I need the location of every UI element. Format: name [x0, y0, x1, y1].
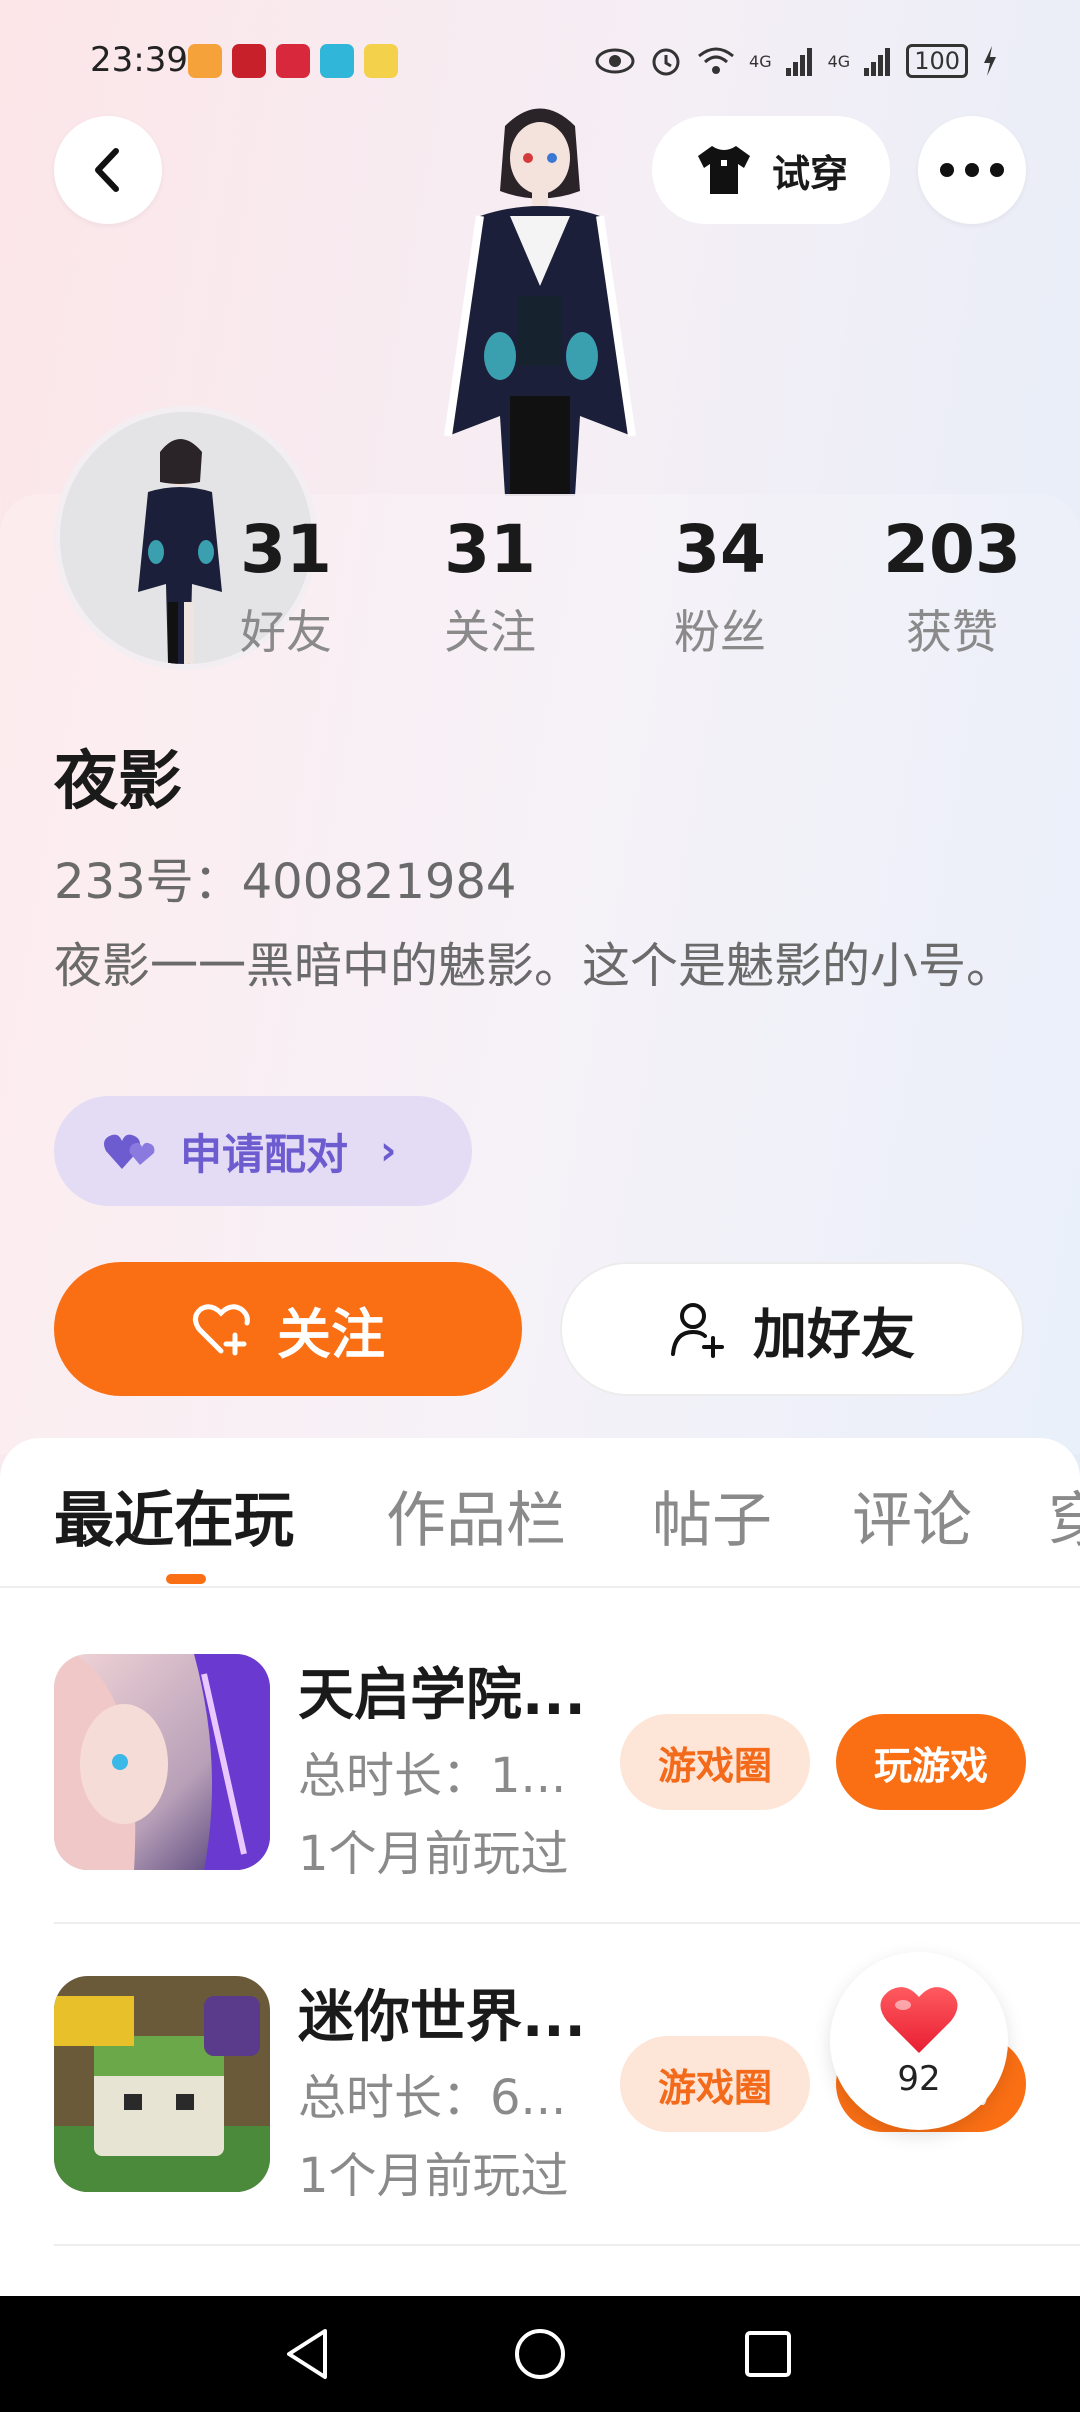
tshirt-icon [697, 146, 750, 194]
stat-likes[interactable]: 203 获赞 [852, 512, 1052, 662]
signal-icon [785, 48, 812, 76]
add-friend-button[interactable]: 加好友 [560, 1262, 1024, 1396]
tab-comments[interactable]: 评论 [852, 1472, 972, 1559]
game-last-played: 1个月前玩过 [298, 2148, 569, 2204]
nav-back-button[interactable] [268, 2316, 348, 2392]
try-on-label: 试穿 [771, 151, 848, 196]
app-notification-icon [232, 44, 266, 78]
like-count: 92 [897, 2059, 941, 2099]
profile-nickname: 夜影 [54, 745, 182, 819]
square-recents-icon [745, 2331, 791, 2377]
stat-label: 关注 [444, 605, 536, 659]
app-notification-icon [188, 44, 222, 78]
stat-friends[interactable]: 31 好友 [186, 512, 386, 662]
game-title: 天启学院... [298, 1663, 586, 1728]
row-divider [54, 2244, 1080, 2246]
app-notification-icon [320, 44, 354, 78]
play-game-button[interactable]: 玩游戏 [836, 1714, 1026, 1810]
follow-button[interactable]: 关注 [54, 1262, 522, 1396]
hearts-icon [104, 1134, 155, 1169]
stat-following[interactable]: 31 关注 [390, 512, 590, 662]
wifi-icon [698, 47, 734, 74]
tab-recently-played[interactable]: 最近在玩 [54, 1472, 294, 1559]
apply-match-label: 申请配对 [180, 1129, 349, 1179]
eye-icon [595, 48, 635, 74]
tab-outfits[interactable]: 穿 [1048, 1472, 1080, 1559]
add-friend-label: 加好友 [753, 1302, 915, 1366]
profile-id: 233号：400821984 [54, 854, 517, 910]
stat-value: 31 [240, 511, 332, 588]
try-on-button[interactable]: 试穿 [652, 116, 890, 224]
tab-posts[interactable]: 帖子 [652, 1472, 772, 1559]
game-icon[interactable] [54, 1654, 270, 1870]
stat-value: 31 [444, 511, 536, 588]
triangle-back-icon [287, 2329, 327, 2379]
floating-like-button[interactable]: 92 [830, 1952, 1008, 2130]
more-dots-icon [940, 163, 1004, 177]
game-circle-button[interactable]: 游戏圈 [620, 2036, 810, 2132]
game-duration: 总时长：6... [298, 2070, 567, 2126]
game-icon[interactable] [54, 1976, 270, 2192]
user-plus-icon [671, 1303, 724, 1358]
app-notification-icon [276, 44, 310, 78]
stat-label: 获赞 [906, 605, 998, 659]
chevron-left-icon [95, 148, 119, 192]
dressed-character-figure [444, 108, 636, 496]
game-cover-image [54, 1654, 270, 1870]
profile-bio: 夜影一一黑暗中的魅影。这个是魅影的小号。 [54, 938, 1015, 994]
heart-plus-icon [193, 1304, 250, 1356]
battery-indicator: 100 [906, 44, 968, 78]
system-navigation-bar [0, 2296, 1080, 2412]
signal-icon [864, 48, 891, 76]
tab-works[interactable]: 作品栏 [386, 1472, 566, 1559]
network-type-2: 4G [827, 51, 851, 71]
more-options-button[interactable] [918, 116, 1026, 224]
stat-label: 粉丝 [674, 605, 766, 659]
circle-home-icon [515, 2329, 565, 2379]
status-time: 23:39 [90, 40, 188, 80]
tabs-divider [0, 1586, 1080, 1588]
game-circle-button[interactable]: 游戏圈 [620, 1714, 810, 1810]
game-cover-image [54, 1976, 270, 2192]
game-last-played: 1个月前玩过 [298, 1826, 569, 1882]
alarm-icon [652, 48, 680, 76]
apply-match-button[interactable]: 申请配对 › [54, 1096, 472, 1206]
stat-followers[interactable]: 34 粉丝 [620, 512, 820, 662]
notification-icons [188, 44, 398, 78]
active-tab-indicator [166, 1574, 206, 1584]
back-button[interactable] [54, 116, 162, 224]
game-duration: 总时长：1... [298, 1748, 567, 1804]
stat-label: 好友 [240, 605, 332, 659]
nav-recents-button[interactable] [728, 2316, 808, 2392]
network-type-1: 4G [749, 51, 772, 71]
stat-value: 34 [674, 511, 766, 588]
follow-label: 关注 [277, 1302, 385, 1366]
status-right-icons: 4G 4G 100 [595, 44, 998, 78]
charging-icon [984, 46, 996, 76]
app-notification-icon [364, 44, 398, 78]
nav-home-button[interactable] [500, 2316, 580, 2392]
stat-value: 203 [883, 511, 1021, 588]
game-title: 迷你世界... [298, 1985, 586, 2050]
chevron-right-icon: › [380, 1128, 397, 1174]
heart-icon [880, 1987, 958, 2053]
